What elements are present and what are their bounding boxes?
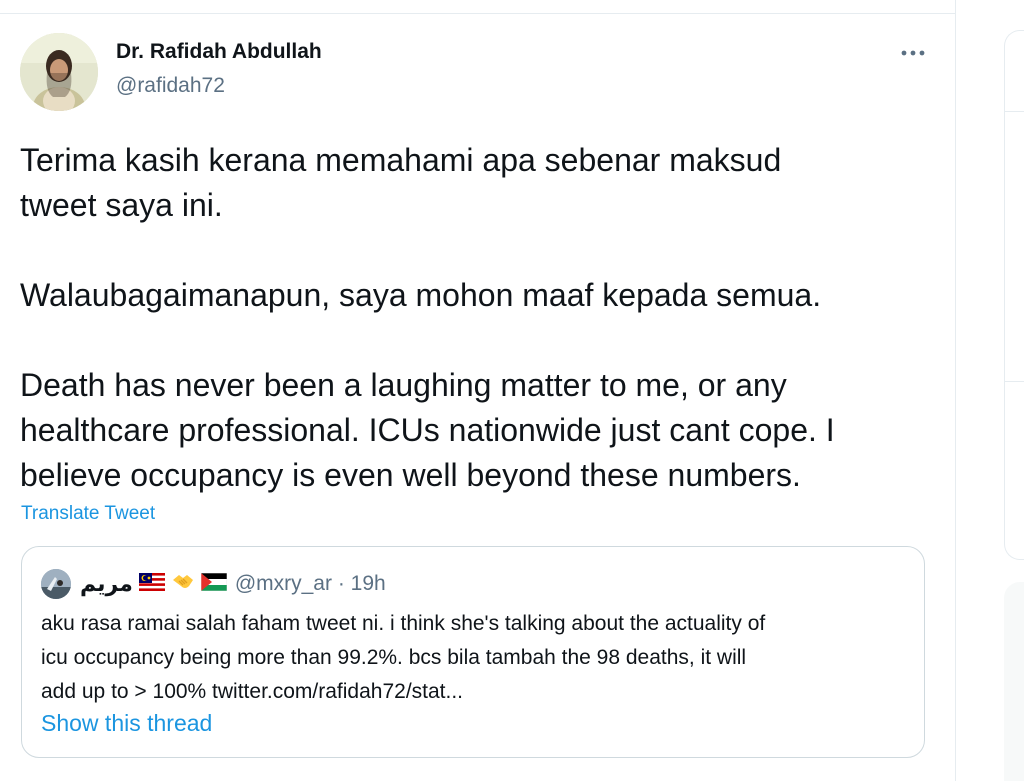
tweet-line: tweet saya ini. — [20, 187, 223, 223]
sidebar-divider — [1005, 381, 1024, 382]
sidebar-follow-panel — [1004, 582, 1024, 781]
timeline-right-border — [955, 0, 956, 781]
profile-photo-icon — [20, 33, 98, 111]
quoted-tweet-card[interactable]: مريم @mxry_ar · 19h aku rasa ramai salah… — [21, 546, 925, 758]
author-avatar[interactable] — [20, 33, 98, 111]
malaysia-flag-icon — [138, 572, 165, 596]
show-thread-link[interactable]: Show this thread — [41, 710, 212, 737]
sidebar-trends-panel — [1004, 30, 1024, 560]
author-handle[interactable]: @rafidah72 — [116, 74, 225, 98]
quoted-tweet-header: مريم @mxry_ar · 19h — [80, 570, 386, 598]
tweet-line: believe occupancy is even well beyond th… — [20, 457, 801, 493]
translate-tweet-link[interactable]: Translate Tweet — [21, 503, 155, 525]
quoted-author-display-name[interactable]: مريم — [80, 571, 133, 597]
quoted-tweet-text: aku rasa ramai salah faham tweet ni. i t… — [41, 607, 911, 709]
top-divider — [0, 13, 956, 14]
tweet-line: Death has never been a laughing matter t… — [20, 367, 787, 403]
sidebar-divider — [1005, 111, 1024, 112]
tweet-line: Terima kasih kerana memahami apa sebenar… — [20, 142, 782, 178]
more-options-button[interactable] — [896, 40, 930, 66]
palestine-flag-icon — [200, 572, 228, 596]
handshake-icon — [171, 571, 195, 598]
quoted-author-avatar[interactable] — [41, 569, 71, 599]
tweet-line: Walaubagaimanapun, saya mohon maaf kepad… — [20, 277, 822, 313]
author-display-name[interactable]: Dr. Rafidah Abdullah — [116, 40, 322, 64]
tweet-text: Terima kasih kerana memahami apa sebenar… — [20, 138, 940, 498]
more-horizontal-icon — [901, 50, 925, 56]
quoted-tweet-line: add up to > 100% twitter.com/rafidah72/s… — [41, 680, 463, 703]
quoted-tweet-line: icu occupancy being more than 99.2%. bcs… — [41, 646, 747, 669]
tweet-page: Dr. Rafidah Abdullah @rafidah72 Terima k… — [0, 0, 1024, 781]
quoted-author-handle-time[interactable]: @mxry_ar · 19h — [235, 572, 386, 596]
tweet-line: healthcare professional. ICUs nationwide… — [20, 412, 835, 448]
profile-photo-icon — [41, 569, 71, 599]
quoted-tweet-line: aku rasa ramai salah faham tweet ni. i t… — [41, 612, 766, 635]
